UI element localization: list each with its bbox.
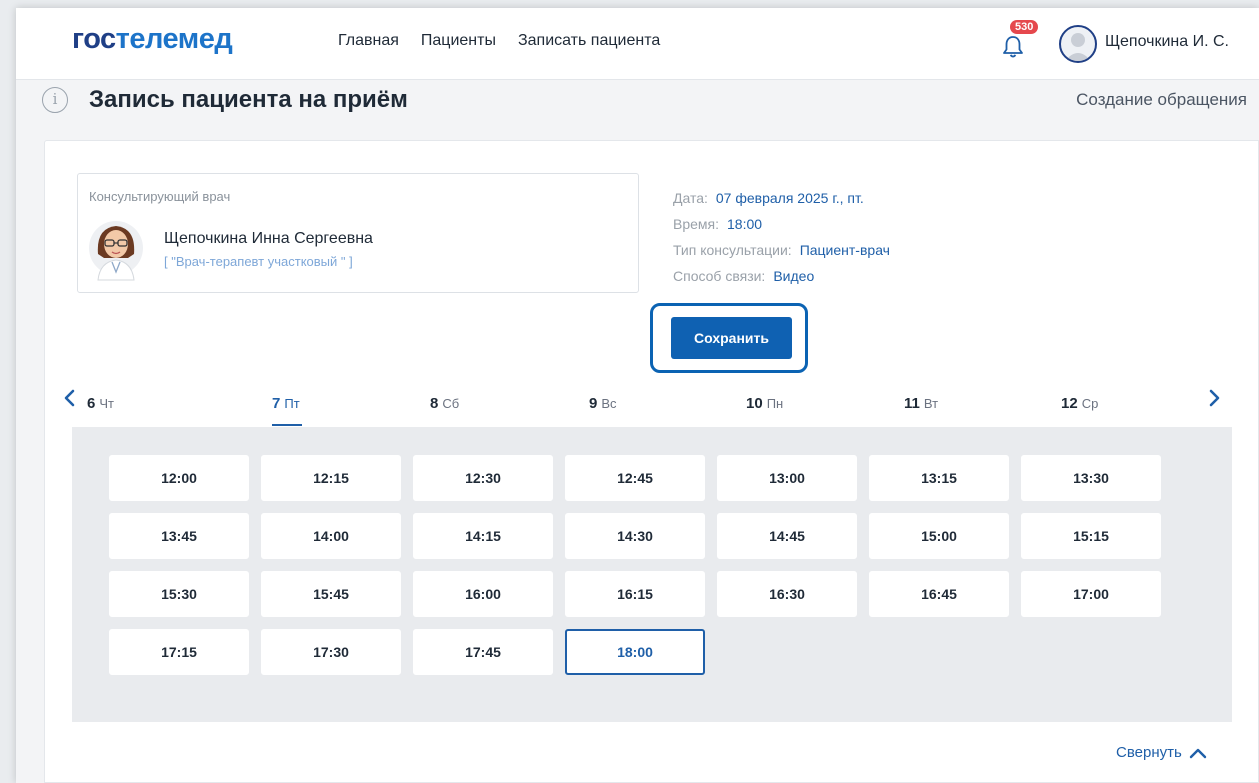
time-slot[interactable]: 16:15: [565, 571, 705, 617]
time-slot[interactable]: 13:15: [869, 455, 1009, 501]
doctor-panel: Консультирующий врач Щепочкина Инна Серг…: [77, 173, 639, 293]
time-value: 18:00: [727, 216, 763, 232]
time-slot-grid: 12:00 12:15 12:30 12:45 13:00 13:15 13:30 13:45…: [72, 427, 1232, 722]
time-slot[interactable]: 16:00: [413, 571, 553, 617]
time-slot[interactable]: 12:15: [261, 455, 401, 501]
chevron-up-icon: [1189, 748, 1206, 758]
doctor-caption: Консультирующий врач: [89, 189, 231, 204]
day-tab-9[interactable]: 9 Вс: [589, 395, 617, 412]
time-slot[interactable]: 15:00: [869, 513, 1009, 559]
user-silhouette-icon: [1065, 33, 1091, 61]
communication-label: Способ связи:: [673, 268, 766, 284]
time-label: Время:: [673, 216, 720, 232]
booking-card: Консультирующий врач Щепочкина Инна Серг…: [44, 140, 1259, 783]
day-weekday: Ср: [1081, 396, 1099, 411]
time-slot[interactable]: 15:30: [109, 571, 249, 617]
nav-item-home[interactable]: Главная: [338, 32, 399, 50]
time-slot[interactable]: 17:15: [109, 629, 249, 675]
doctor-name: Щепочкина Инна Сергеевна: [164, 230, 373, 247]
time-slot[interactable]: 13:45: [109, 513, 249, 559]
day-number: 11: [904, 395, 920, 412]
chevron-right-icon[interactable]: [1205, 387, 1223, 409]
day-weekday: Пн: [766, 396, 784, 411]
time-slot[interactable]: 17:30: [261, 629, 401, 675]
day-weekday: Сб: [442, 396, 460, 411]
time-slot[interactable]: 15:15: [1021, 513, 1161, 559]
avatar[interactable]: [1059, 25, 1097, 63]
consultation-type-value: Пациент-врач: [799, 242, 890, 258]
doctor-specialty: [ "Врач-терапевт участковый " ]: [164, 254, 353, 269]
time-slot[interactable]: 15:45: [261, 571, 401, 617]
time-slot[interactable]: 13:30: [1021, 455, 1161, 501]
nav-item-patients[interactable]: Пациенты: [421, 32, 496, 50]
day-tab-10[interactable]: 10 Пн: [746, 395, 783, 412]
breadcrumb[interactable]: Создание обращения: [1076, 90, 1247, 110]
time-slot[interactable]: 12:00: [109, 455, 249, 501]
info-icon[interactable]: i: [42, 87, 68, 113]
day-tab-11[interactable]: 11 Вт: [904, 395, 938, 412]
date-label: Дата:: [673, 190, 708, 206]
day-tab-8[interactable]: 8 Сб: [430, 395, 459, 412]
day-tab-6[interactable]: 6 Чт: [87, 395, 114, 412]
appointment-details: Дата: 07 февраля 2025 г., пт. Время: 18:00…: [673, 185, 890, 289]
day-tab-7[interactable]: 7 Пт: [272, 395, 300, 412]
time-slot[interactable]: 17:45: [413, 629, 553, 675]
bell-icon[interactable]: [1000, 34, 1026, 60]
day-number: 8: [430, 395, 439, 412]
time-slot[interactable]: 13:00: [717, 455, 857, 501]
time-slot[interactable]: 18:00: [565, 629, 705, 675]
day-weekday: Пт: [284, 396, 300, 411]
collapse-label: Свернуть: [1116, 744, 1182, 761]
time-slot[interactable]: 16:45: [869, 571, 1009, 617]
logo[interactable]: гостелемед: [72, 23, 233, 56]
time-slot[interactable]: 14:00: [261, 513, 401, 559]
time-slot[interactable]: 12:45: [565, 455, 705, 501]
user-name[interactable]: Щепочкина И. С.: [1105, 33, 1229, 51]
day-weekday: Вс: [601, 396, 617, 411]
time-slot[interactable]: 16:30: [717, 571, 857, 617]
day-number: 6: [87, 395, 96, 412]
communication-value: Видео: [773, 268, 815, 284]
day-weekday: Чт: [99, 396, 114, 411]
time-slot[interactable]: 14:15: [413, 513, 553, 559]
day-tab-12[interactable]: 12 Ср: [1061, 395, 1098, 412]
collapse-button[interactable]: Свернуть: [1116, 744, 1208, 761]
doctor-avatar: [89, 221, 143, 281]
page-title: Запись пациента на приём: [89, 86, 408, 113]
day-number: 7: [272, 395, 281, 412]
active-day-underline: [272, 424, 302, 426]
time-slot[interactable]: 12:30: [413, 455, 553, 501]
save-button[interactable]: Сохранить: [671, 317, 792, 359]
time-slot[interactable]: 14:30: [565, 513, 705, 559]
notification-badge: 530: [1010, 20, 1039, 34]
consultation-type-label: Тип консультации:: [673, 242, 792, 258]
day-number: 10: [746, 395, 763, 412]
date-value: 07 февраля 2025 г., пт.: [715, 190, 864, 206]
day-number: 9: [589, 395, 598, 412]
app-window: гостелемед Главная Пациенты Записать пац…: [16, 8, 1259, 783]
time-slot[interactable]: 17:00: [1021, 571, 1161, 617]
day-number: 12: [1061, 395, 1078, 412]
time-slot[interactable]: 14:45: [717, 513, 857, 559]
main-nav: Главная Пациенты Записать пациента: [338, 32, 660, 50]
day-weekday: Вт: [923, 396, 939, 411]
chevron-left-icon[interactable]: [61, 387, 79, 409]
top-bar: гостелемед Главная Пациенты Записать пац…: [16, 8, 1259, 80]
nav-item-book-patient[interactable]: Записать пациента: [518, 32, 660, 50]
